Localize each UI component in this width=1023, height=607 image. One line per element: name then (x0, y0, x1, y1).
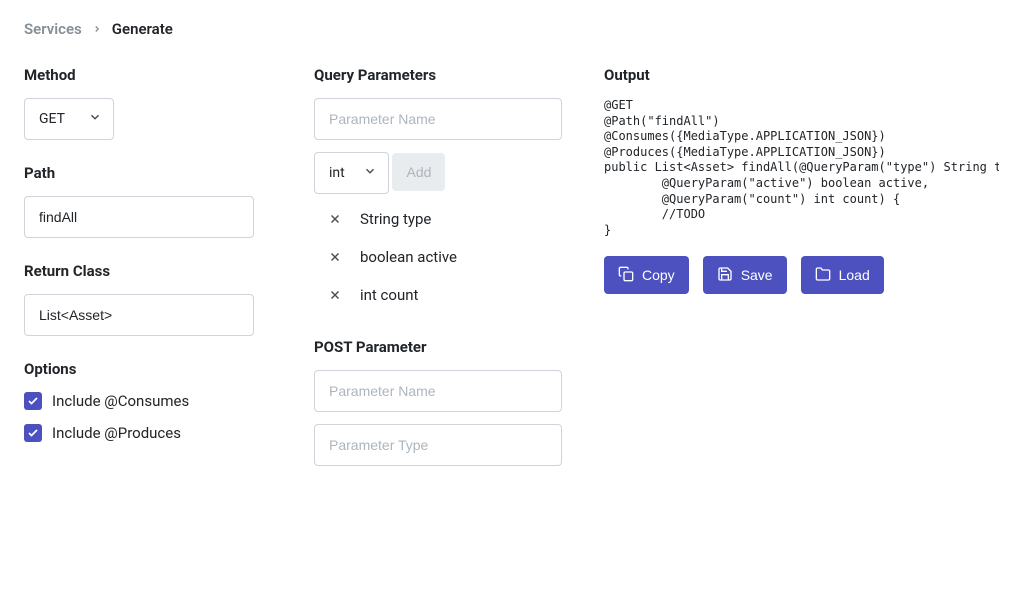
post-name-input[interactable] (314, 370, 562, 412)
param-item: String type (314, 200, 564, 238)
return-class-input[interactable] (24, 294, 254, 336)
param-text: int count (360, 286, 418, 304)
param-item: boolean active (314, 238, 564, 276)
param-name-input[interactable] (314, 98, 562, 140)
include-consumes-label: Include @Consumes (52, 392, 189, 410)
method-value: GET (39, 111, 65, 127)
param-type-value: int (329, 165, 345, 181)
output-code: @GET @Path("findAll") @Consumes({MediaTy… (604, 98, 999, 238)
method-label: Method (24, 66, 274, 84)
breadcrumb-services[interactable]: Services (24, 20, 82, 38)
param-type-select[interactable]: int (314, 152, 389, 194)
include-produces-checkbox[interactable] (24, 424, 42, 442)
save-icon (717, 266, 733, 285)
path-input[interactable] (24, 196, 254, 238)
include-consumes-checkbox[interactable] (24, 392, 42, 410)
chevron-right-icon (92, 20, 102, 38)
output-label: Output (604, 66, 999, 84)
method-select[interactable]: GET (24, 98, 114, 140)
options-label: Options (24, 360, 274, 378)
folder-open-icon (815, 266, 831, 285)
path-label: Path (24, 164, 274, 182)
return-class-label: Return Class (24, 262, 274, 280)
query-parameters-label: Query Parameters (314, 66, 564, 84)
param-text: String type (360, 210, 431, 228)
remove-param-button[interactable] (328, 250, 342, 264)
post-parameter-label: POST Parameter (314, 338, 564, 356)
save-label: Save (741, 267, 773, 283)
copy-label: Copy (642, 267, 675, 283)
load-button[interactable]: Load (801, 256, 884, 294)
param-item: int count (314, 276, 564, 314)
remove-param-button[interactable] (328, 288, 342, 302)
post-type-input[interactable] (314, 424, 562, 466)
copy-icon (618, 266, 634, 285)
save-button[interactable]: Save (703, 256, 787, 294)
breadcrumb-current: Generate (112, 20, 173, 38)
add-param-button[interactable]: Add (392, 153, 445, 191)
copy-button[interactable]: Copy (604, 256, 689, 294)
breadcrumb: Services Generate (24, 20, 999, 38)
include-produces-label: Include @Produces (52, 424, 181, 442)
remove-param-button[interactable] (328, 212, 342, 226)
param-text: boolean active (360, 248, 457, 266)
load-label: Load (839, 267, 870, 283)
